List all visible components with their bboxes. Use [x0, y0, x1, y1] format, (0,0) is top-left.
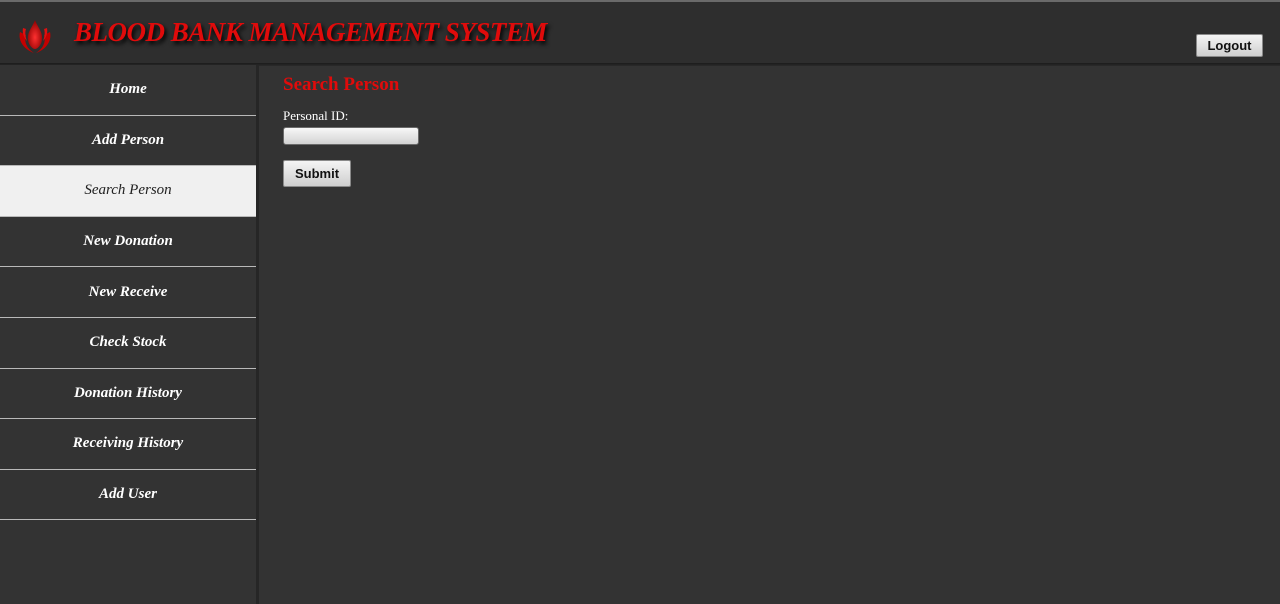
personal-id-input[interactable]	[283, 127, 419, 145]
sidebar-item-add-user[interactable]: Add User	[0, 470, 256, 521]
submit-button[interactable]: Submit	[283, 160, 351, 187]
sidebar-nav: Home Add Person Search Person New Donati…	[0, 65, 256, 604]
page-title: Search Person	[283, 74, 400, 95]
sidebar-item-donation-history[interactable]: Donation History	[0, 369, 256, 420]
sidebar-item-search-person[interactable]: Search Person	[0, 166, 256, 217]
logout-button[interactable]: Logout	[1196, 34, 1263, 57]
app-title: BLOOD BANK MANAGEMENT SYSTEM	[74, 17, 547, 47]
personal-id-label: Personal ID:	[283, 108, 349, 123]
sidebar-item-check-stock[interactable]: Check Stock	[0, 318, 256, 369]
sidebar-divider	[256, 65, 259, 604]
blood-drop-flame-icon	[19, 20, 51, 53]
sidebar-item-add-person[interactable]: Add Person	[0, 116, 256, 167]
main-content: Search Person Personal ID: Submit	[283, 72, 419, 187]
sidebar-item-new-receive[interactable]: New Receive	[0, 267, 256, 318]
sidebar-item-new-donation[interactable]: New Donation	[0, 217, 256, 268]
sidebar-item-home[interactable]: Home	[0, 65, 256, 116]
app-header: BLOOD BANK MANAGEMENT SYSTEM Logout	[0, 2, 1280, 65]
sidebar-item-receiving-history[interactable]: Receiving History	[0, 419, 256, 470]
